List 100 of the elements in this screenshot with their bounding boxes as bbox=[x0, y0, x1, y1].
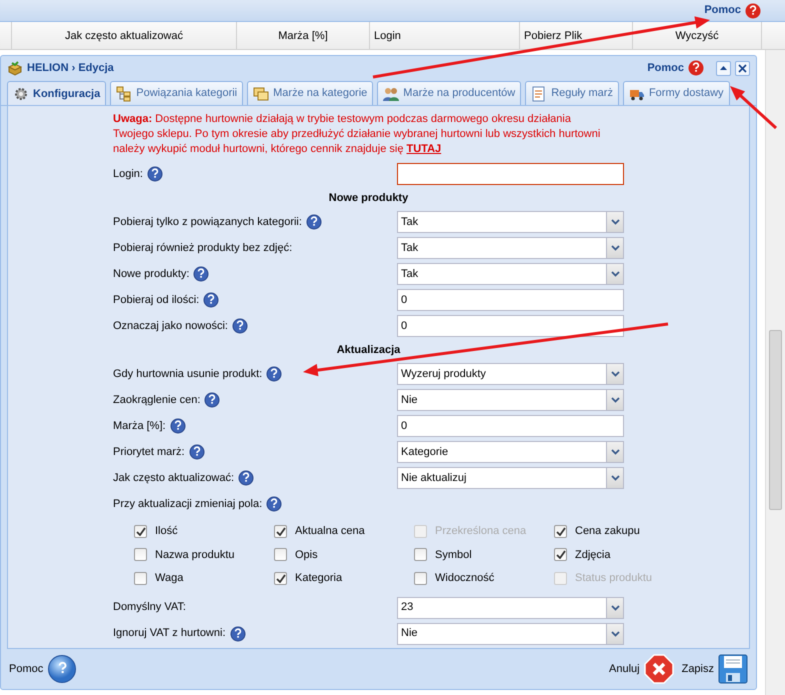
gear-icon bbox=[13, 86, 29, 102]
checkbox[interactable] bbox=[414, 572, 427, 585]
check-icon bbox=[136, 526, 146, 536]
checkbox[interactable] bbox=[134, 548, 147, 562]
hierarchy-icon bbox=[116, 86, 132, 102]
column-header[interactable]: Login bbox=[370, 22, 520, 49]
column-header[interactable]: Marża [%] bbox=[237, 22, 370, 49]
folders-icon bbox=[253, 86, 270, 102]
collapse-button[interactable] bbox=[716, 60, 731, 76]
checkbox-label: Status produktu bbox=[575, 571, 652, 586]
checkbox[interactable] bbox=[274, 524, 287, 538]
dropdown[interactable]: Kategorie bbox=[397, 441, 624, 463]
cancel-label[interactable]: Anuluj bbox=[609, 660, 640, 678]
dropdown[interactable]: Nie bbox=[397, 389, 624, 411]
input-field[interactable]: 0 bbox=[397, 415, 624, 437]
annotation-arrow bbox=[730, 86, 778, 130]
section-heading: Aktualizacja bbox=[336, 343, 402, 358]
field-label: Oznaczaj jako nowości: bbox=[113, 318, 228, 334]
check-icon bbox=[276, 574, 286, 583]
check-icon bbox=[556, 526, 566, 536]
tab[interactable]: Powiązania kategorii bbox=[110, 81, 244, 105]
field-label: Nowe produkty: bbox=[113, 266, 190, 282]
dropdown[interactable]: Tak bbox=[397, 211, 624, 233]
dropdown[interactable]: Nie bbox=[397, 622, 624, 644]
save-label[interactable]: Zapisz bbox=[682, 660, 714, 678]
checkbox[interactable] bbox=[414, 548, 427, 562]
caret-icon bbox=[610, 397, 620, 403]
tab[interactable]: Marże na producentów bbox=[377, 81, 522, 105]
help-icon bbox=[688, 60, 704, 76]
checkbox[interactable] bbox=[134, 524, 147, 538]
field-label: Pobieraj tylko z powiązanych kategorii: bbox=[113, 214, 302, 230]
cancel-icon bbox=[644, 654, 674, 684]
dropdown[interactable]: Tak bbox=[397, 237, 624, 259]
help-link[interactable]: Pomoc bbox=[704, 2, 741, 19]
tab[interactable]: Marże na kategorie bbox=[247, 81, 374, 105]
checkbox-label: Waga bbox=[155, 571, 184, 586]
field-label: Marża [%]: bbox=[113, 418, 166, 434]
checkbox-label: Kategoria bbox=[295, 571, 342, 586]
field-label: Jak często aktualizować: bbox=[113, 470, 234, 486]
check-icon bbox=[276, 526, 286, 536]
column-header[interactable]: Pobierz Plik bbox=[520, 22, 633, 49]
field-label: Pobieraj od ilości: bbox=[113, 292, 200, 308]
help-link[interactable]: Pomoc bbox=[647, 60, 684, 76]
field-label: Login: bbox=[113, 166, 143, 182]
pricing-link[interactable]: TUTAJ bbox=[406, 143, 442, 155]
field-label: Priorytet marż: bbox=[113, 444, 185, 460]
caret-icon bbox=[610, 604, 620, 610]
checkbox[interactable] bbox=[134, 572, 147, 585]
input-field[interactable] bbox=[397, 163, 624, 185]
scrollbar-thumb[interactable] bbox=[769, 330, 782, 510]
caret-icon bbox=[610, 245, 620, 251]
save-icon bbox=[718, 654, 748, 684]
section-heading: Nowe produkty bbox=[328, 191, 410, 206]
close-button[interactable] bbox=[735, 60, 750, 76]
tab[interactable]: Formy dostawy bbox=[622, 81, 730, 105]
column-header[interactable]: Jak często aktualizować bbox=[12, 22, 237, 49]
checkbox-label: Zdjęcia bbox=[575, 548, 610, 562]
field-label: Zaokrąglenie cen: bbox=[113, 392, 200, 408]
field-label: Pobieraj również produkty bez zdjęć: bbox=[113, 240, 292, 256]
triangle-icon bbox=[719, 64, 728, 72]
checkbox-label: Widoczność bbox=[435, 571, 494, 586]
caret-icon bbox=[610, 371, 620, 377]
checkbox[interactable] bbox=[274, 572, 287, 585]
dropdown[interactable]: Tak bbox=[397, 263, 624, 285]
scrollbar[interactable] bbox=[765, 50, 785, 695]
checkbox[interactable] bbox=[274, 548, 287, 562]
caret-icon bbox=[610, 630, 620, 636]
dropdown[interactable]: 23 bbox=[397, 596, 624, 618]
tab[interactable]: Konfiguracja bbox=[7, 81, 106, 105]
input-field[interactable]: 0 bbox=[397, 289, 624, 311]
close-icon bbox=[738, 64, 747, 72]
checkbox-label: Przekreślona cena bbox=[435, 524, 526, 539]
field-label: Ignoruj VAT z hurtowni: bbox=[113, 626, 226, 642]
checkbox-label: Nazwa produktu bbox=[155, 548, 234, 562]
help-label: Pomoc bbox=[9, 662, 44, 677]
checkbox-label: Ilość bbox=[155, 524, 178, 539]
dropdown[interactable]: Wyzeruj produkty bbox=[397, 363, 624, 385]
input-field[interactable]: 0 bbox=[397, 315, 624, 337]
field-label: Przy aktualizacji zmieniaj pola: bbox=[113, 496, 262, 512]
field-label: Domyślny VAT: bbox=[113, 600, 186, 616]
tab[interactable]: Reguły marż bbox=[525, 81, 619, 105]
checkbox-label: Opis bbox=[295, 548, 318, 562]
check-icon bbox=[556, 550, 566, 560]
caret-icon bbox=[610, 271, 620, 277]
checkbox[interactable] bbox=[554, 548, 567, 562]
caret-icon bbox=[610, 475, 620, 481]
help-icon bbox=[745, 2, 761, 18]
window-title: HELION › Edycja bbox=[27, 60, 114, 76]
checkbox-label: Symbol bbox=[435, 548, 472, 562]
box-icon bbox=[7, 60, 23, 76]
dropdown[interactable]: Nie aktualizuj bbox=[397, 467, 624, 489]
people-icon bbox=[383, 86, 400, 102]
checkbox-label: Aktualna cena bbox=[295, 524, 365, 539]
document-icon bbox=[531, 86, 548, 102]
caret-icon bbox=[610, 219, 620, 225]
caret-icon bbox=[610, 449, 620, 455]
help-icon bbox=[47, 654, 78, 684]
checkbox[interactable] bbox=[554, 524, 567, 538]
field-label: Gdy hurtownia usunie produkt: bbox=[113, 366, 262, 382]
checkbox-label: Cena zakupu bbox=[575, 524, 640, 539]
